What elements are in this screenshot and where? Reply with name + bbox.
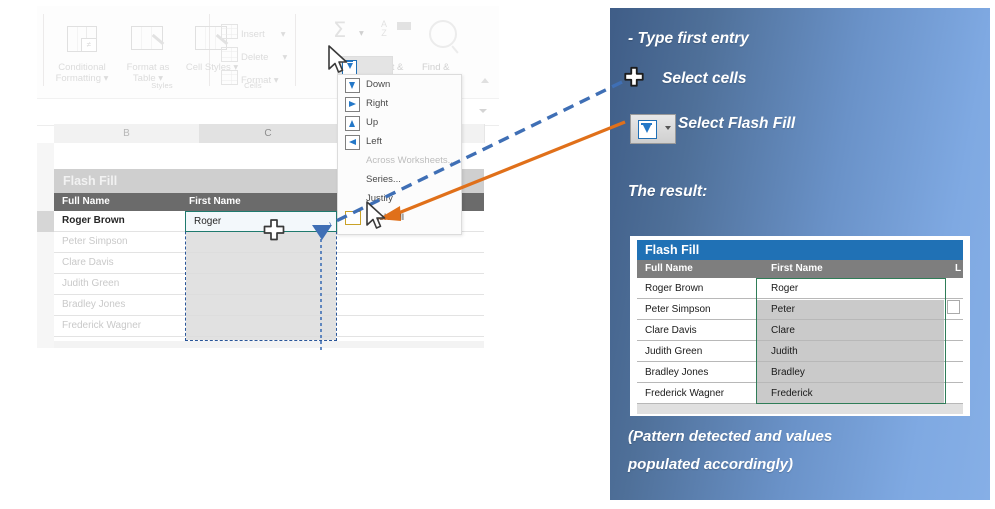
menu-item-label: Series... (366, 174, 401, 185)
header-full-name: Full Name (645, 263, 693, 274)
excel-screenshot: ≠ Conditional Formatting ▾ Format as Tab… (37, 6, 499, 348)
cell-full-name: Roger Brown (62, 215, 125, 226)
chevron-down-icon[interactable]: ▾ (282, 52, 287, 63)
mouse-pointer-on-flash-fill (366, 201, 386, 229)
sort-filter-icon[interactable]: AZ (381, 20, 387, 38)
menu-item-down[interactable]: Down (338, 75, 461, 94)
cell-full-name: Frederick Wagner (645, 388, 725, 399)
instruction-panel: - Type first entry Select cells Select F… (610, 8, 990, 500)
cell-full-name: Clare Davis (645, 325, 697, 336)
cell-full-name: Frederick Wagner (62, 320, 142, 331)
chevron-down-icon (665, 126, 671, 130)
result-screenshot: Flash Fill Full Name First Name L Roger … (630, 236, 970, 416)
menu-item-left[interactable]: Left (338, 132, 461, 151)
fill-dropdown-menu[interactable]: Down Right Up Left Across Worksheets... … (337, 74, 462, 235)
result-selection-outline (756, 278, 946, 404)
format-as-table-button[interactable]: Format as Table ▾ (117, 22, 179, 84)
conditional-formatting-label-1: Conditional (58, 62, 106, 73)
menu-item-label: Across Worksheets... (366, 155, 456, 166)
cell-full-name: Roger Brown (645, 283, 704, 294)
menu-item-justify[interactable]: Justify (338, 189, 461, 208)
autosum-icon[interactable]: Σ (333, 18, 346, 42)
menu-item-label: Right (366, 98, 389, 109)
result-footer-strip (637, 404, 963, 414)
step-2-text: Select cells (662, 70, 747, 87)
filter-funnel-icon[interactable] (397, 22, 411, 30)
cell-full-name: Peter Simpson (62, 236, 128, 247)
formula-bar-expand-icon[interactable] (479, 109, 487, 113)
fill-up-icon (345, 116, 360, 131)
header-first-name: First Name (189, 196, 241, 207)
plus-selection-cursor-panel (624, 66, 644, 87)
active-cell[interactable]: Roger (185, 211, 337, 232)
result-table-banner: Flash Fill (637, 240, 963, 260)
flash-fill-options-badge[interactable] (947, 300, 960, 314)
step-1-text: - Type first entry (628, 30, 749, 47)
flash-fill-icon (345, 211, 361, 225)
menu-item-label: Down (366, 79, 391, 90)
panel-fill-button-icon (630, 114, 676, 144)
insert-cells-icon (221, 24, 238, 39)
caption-line-1: (Pattern detected and values (628, 428, 833, 445)
header-first-name: First Name (771, 263, 823, 274)
menu-item-across-worksheets: Across Worksheets... (338, 151, 461, 170)
header-last-name-partial: L (955, 263, 962, 274)
column-header-c[interactable]: C (199, 124, 338, 144)
format-as-table-label-1: Format as (126, 62, 170, 73)
column-header-b[interactable]: B (54, 124, 200, 144)
header-full-name: Full Name (62, 196, 110, 207)
ribbon-divider (43, 14, 44, 86)
conditional-formatting-button[interactable]: ≠ Conditional Formatting ▾ (51, 22, 113, 84)
ribbon-divider (295, 14, 296, 86)
mouse-pointer-on-fill-button (328, 45, 348, 73)
find-select-label: Find & (422, 62, 450, 73)
conditional-formatting-icon: ≠ (51, 22, 113, 62)
menu-item-series[interactable]: Series... (338, 170, 461, 189)
delete-cells-icon (221, 47, 238, 62)
table-footer-strip (54, 341, 484, 348)
collapse-ribbon-icon[interactable] (481, 78, 489, 83)
format-as-table-icon (117, 22, 179, 62)
step-3-text: Select Flash Fill (678, 115, 796, 132)
menu-item-up[interactable]: Up (338, 113, 461, 132)
plus-selection-cursor (263, 219, 285, 241)
cell-first-name: Roger (194, 216, 222, 227)
cell-styles-label-1: Cell (185, 62, 203, 73)
result-header-row: Full Name First Name L (637, 260, 963, 278)
column-letter: B (123, 128, 130, 139)
cell-full-name: Judith Green (645, 346, 703, 357)
delete-cells-button[interactable]: Delete ▾ (221, 47, 287, 63)
cell-full-name: Judith Green (62, 278, 120, 289)
insert-label: Insert (241, 29, 265, 40)
row-header-active[interactable] (37, 211, 54, 232)
menu-item-label: Left (366, 136, 382, 147)
insert-cells-button[interactable]: Insert ▾ (221, 24, 286, 40)
fill-down-icon (345, 78, 360, 93)
cell-full-name: Bradley Jones (62, 299, 126, 310)
caption-line-2: populated accordingly) (628, 456, 794, 473)
fill-right-icon (345, 97, 360, 112)
column-letter: C (264, 128, 272, 139)
menu-item-label: Up (366, 117, 379, 128)
fill-left-icon (345, 135, 360, 150)
result-heading: The result: (628, 183, 708, 200)
autosum-chevron-icon[interactable]: ▾ (359, 28, 364, 39)
menu-item-flash-fill[interactable]: Flash Fill (338, 208, 461, 227)
delete-label: Delete (241, 52, 269, 63)
menu-item-right[interactable]: Right (338, 94, 461, 113)
fill-down-icon (638, 120, 657, 139)
cells-group-label: Cells (244, 81, 262, 90)
cell-full-name: Bradley Jones (645, 367, 709, 378)
row-header-strip (37, 143, 54, 348)
find-select-icon[interactable] (429, 20, 457, 48)
chevron-down-icon[interactable]: ▾ (281, 29, 286, 40)
cell-full-name: Peter Simpson (645, 304, 711, 315)
cell-full-name: Clare Davis (62, 257, 114, 268)
